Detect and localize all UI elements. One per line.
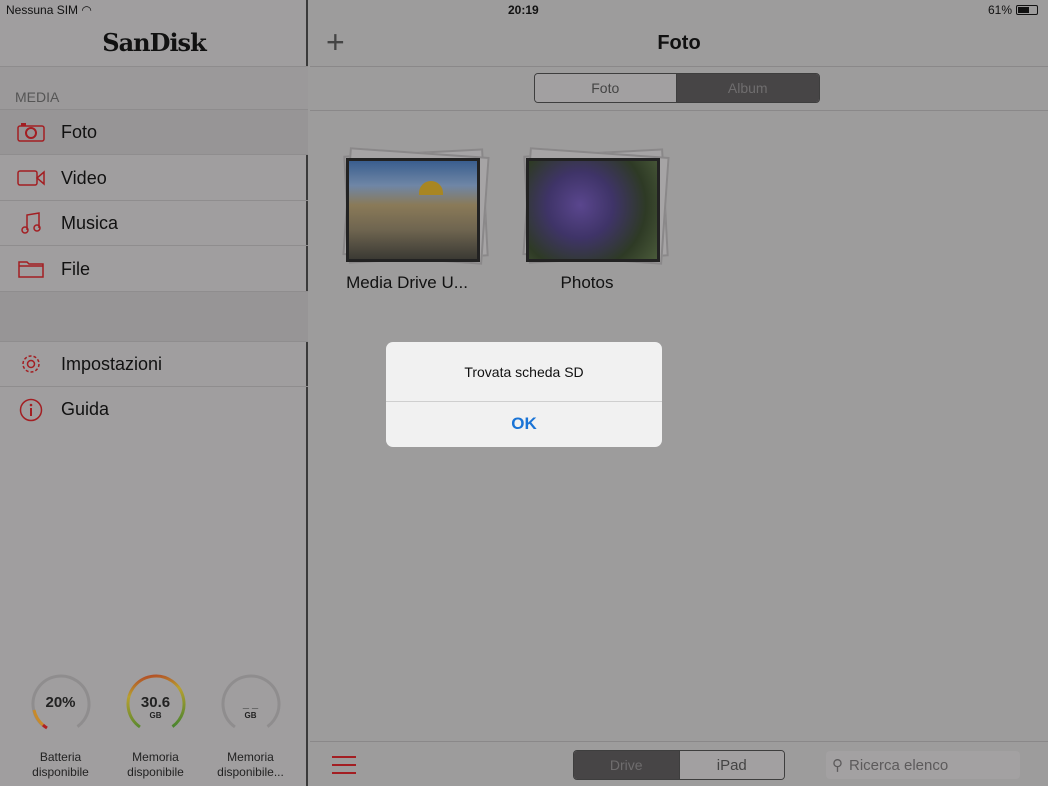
source-segmented-control: Drive iPad xyxy=(573,750,785,780)
video-icon xyxy=(16,166,46,190)
sidebar-item-video[interactable]: Video xyxy=(0,156,308,201)
sandisk-logo: SanDisk xyxy=(102,28,206,57)
sidebar-item-foto[interactable]: Foto xyxy=(0,110,308,155)
gauge-value: 30.6 xyxy=(140,694,171,711)
sidebar-item-guida[interactable]: Guida xyxy=(0,387,308,432)
status-bar: Nessuna SIM ◠ 20:19 61% xyxy=(0,0,1048,20)
gauge-label: Memoria xyxy=(132,750,179,764)
battery: 61% xyxy=(988,3,1038,17)
alert-dialog: Trovata scheda SD OK xyxy=(386,342,662,447)
drive-memory-gauge: 30.6 GB Memoria disponibile xyxy=(108,672,203,780)
gauge-unit: GB xyxy=(149,711,162,720)
album-name: Media Drive U... xyxy=(346,273,468,292)
search-input[interactable]: ⚲ Ricerca elenco xyxy=(826,751,1020,779)
album-thumbnail xyxy=(526,158,660,262)
item-label: Musica xyxy=(61,212,119,233)
menu-icon[interactable] xyxy=(332,756,356,780)
music-icon xyxy=(16,211,46,235)
camera-icon xyxy=(16,120,46,144)
album-thumbnail xyxy=(346,158,480,262)
sidebar-item-impostazioni[interactable]: Impostazioni xyxy=(0,342,308,387)
gauge-label: disponibile... xyxy=(217,765,284,779)
battery-percent: 61% xyxy=(987,3,1012,17)
info-icon xyxy=(16,398,46,422)
gear-icon xyxy=(16,352,46,376)
bottom-toolbar: Drive iPad ⚲ Ricerca elenco xyxy=(310,741,1048,786)
battery-icon xyxy=(1016,5,1038,15)
wifi-icon: ◠ xyxy=(81,3,92,17)
gauge-value: 20% xyxy=(45,694,76,711)
tab-foto[interactable]: Foto xyxy=(535,74,677,102)
gauge-value: _ _ xyxy=(242,698,259,710)
gauge-label: disponibile xyxy=(32,765,89,779)
sidebar-item-file[interactable]: File xyxy=(0,247,308,292)
gauge-label: Memoria xyxy=(227,750,274,764)
spacer xyxy=(0,292,308,342)
view-segment-bar: Foto Album xyxy=(310,67,1048,111)
nav-bar: + Foto xyxy=(310,20,1048,67)
search-icon: ⚲ xyxy=(832,757,843,774)
clock: 20:19 xyxy=(508,3,539,17)
carrier: Nessuna SIM ◠ xyxy=(6,3,92,17)
alert-message: Trovata scheda SD xyxy=(386,342,662,402)
gauge-label: Batteria xyxy=(39,750,82,764)
battery-gauge: 20% Batteria disponibile xyxy=(13,672,108,780)
album-media-drive[interactable]: Media Drive U... xyxy=(322,140,492,293)
item-label: Foto xyxy=(61,121,98,142)
ipad-memory-gauge: _ _ GB Memoria disponibile... xyxy=(203,672,298,780)
sidebar: SanDisk MEDIA Foto Video Musica File Imp… xyxy=(0,0,308,786)
page-title: Foto xyxy=(657,32,701,54)
carrier-text: Nessuna SIM xyxy=(6,3,79,17)
search-placeholder: Ricerca elenco xyxy=(849,756,949,774)
sidebar-item-musica[interactable]: Musica xyxy=(0,201,308,246)
tab-album[interactable]: Album xyxy=(676,74,819,102)
album-name: Photos xyxy=(560,273,614,292)
ok-button[interactable]: OK xyxy=(386,402,662,446)
section-header: MEDIA xyxy=(0,66,308,110)
tab-drive[interactable]: Drive xyxy=(574,751,680,779)
item-label: Video xyxy=(61,167,107,188)
view-segmented-control: Foto Album xyxy=(534,73,820,103)
tab-ipad[interactable]: iPad xyxy=(679,751,784,779)
gauge-label: disponibile xyxy=(127,765,184,779)
item-label: Impostazioni xyxy=(61,353,163,374)
section-label: MEDIA xyxy=(15,89,60,105)
item-label: Guida xyxy=(61,399,110,419)
album-photos[interactable]: Photos xyxy=(502,140,672,293)
item-label: File xyxy=(61,258,91,279)
folder-icon xyxy=(16,257,46,281)
gauge-unit: GB xyxy=(244,711,257,720)
